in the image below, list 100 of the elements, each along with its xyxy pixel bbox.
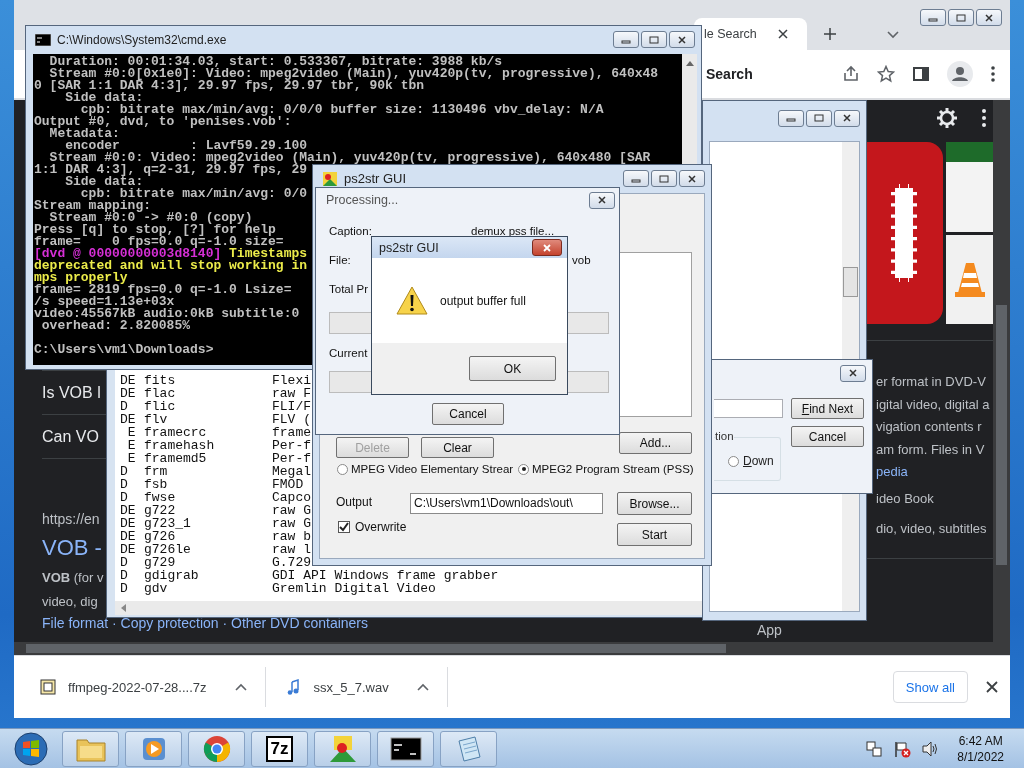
- network-icon[interactable]: [865, 739, 884, 758]
- menu-icon[interactable]: [990, 65, 996, 83]
- start-button[interactable]: [14, 731, 48, 766]
- format-name: g729: [144, 555, 176, 570]
- minimize-button[interactable]: [920, 9, 946, 26]
- radio-button[interactable]: [518, 463, 529, 475]
- new-tab-icon[interactable]: [823, 27, 837, 41]
- group-label: tion: [715, 430, 734, 442]
- cancel-button[interactable]: Cancel: [791, 426, 864, 447]
- checkbox[interactable]: [338, 521, 350, 533]
- minimize-button[interactable]: [613, 31, 639, 48]
- show-all-button[interactable]: Show all: [892, 671, 968, 703]
- settings-icon[interactable]: [935, 106, 959, 130]
- source-link[interactable]: pedia: [876, 464, 908, 479]
- console-line: C:\Users\vm1\Downloads>: [34, 344, 214, 356]
- overwrite-option[interactable]: Overwrite: [338, 520, 407, 534]
- mode-option[interactable]: MPEG2 Program Stream (PSS): [518, 463, 694, 475]
- format-flags: DE: [120, 529, 136, 544]
- browse-button[interactable]: Browse...: [617, 492, 692, 515]
- console-line: [dvd @ 00000000003d8140] Timestamps: [34, 248, 308, 260]
- clear-button[interactable]: Clear: [421, 437, 494, 458]
- clock-date[interactable]: 8/1/2022: [957, 748, 1004, 765]
- chevron-down-icon[interactable]: [886, 30, 900, 40]
- cone-thumbnail[interactable]: [946, 234, 993, 324]
- format-description: raw G: [272, 517, 311, 530]
- format-flags: D: [120, 581, 128, 596]
- download-item[interactable]: ffmpeg-2022-07-28....7z: [34, 679, 265, 695]
- related-question[interactable]: Is VOB l: [42, 383, 101, 402]
- mode-option[interactable]: MPEG Video Elementary Strear: [337, 463, 514, 475]
- result-title-link[interactable]: VOB -: [42, 535, 102, 565]
- direction-radio[interactable]: Down: [728, 454, 774, 468]
- find-next-button[interactable]: Find Next: [791, 398, 864, 419]
- close-icon: [597, 196, 607, 204]
- side-panel-icon[interactable]: [912, 65, 930, 83]
- start-button[interactable]: Start: [617, 523, 692, 546]
- minimize-button[interactable]: [778, 109, 804, 127]
- star-icon[interactable]: [877, 65, 895, 83]
- maximize-button[interactable]: [806, 109, 832, 127]
- speaker-icon[interactable]: [921, 739, 940, 758]
- flag-icon[interactable]: [893, 739, 912, 758]
- share-icon[interactable]: [842, 65, 860, 83]
- close-button[interactable]: [840, 364, 866, 382]
- ok-button[interactable]: OK: [469, 356, 556, 381]
- search-suggestion[interactable]: Search: [706, 66, 753, 82]
- cancel-button[interactable]: Cancel: [432, 403, 504, 425]
- format-description: FMOD: [272, 478, 304, 491]
- format-name: framehash: [144, 438, 215, 453]
- caret-up-icon[interactable]: [234, 683, 247, 691]
- download-item[interactable]: ssx_5_7.wav: [279, 679, 447, 695]
- radio-button[interactable]: [337, 463, 348, 475]
- scrollbar[interactable]: [115, 601, 705, 615]
- fact-text: ideo Book: [876, 489, 934, 508]
- caret-up-icon[interactable]: [416, 683, 429, 691]
- field-label: Caption:: [329, 225, 372, 237]
- scrollbar[interactable]: [993, 100, 1010, 642]
- field-value: vob: [572, 254, 591, 266]
- minimize-button[interactable]: [623, 170, 649, 187]
- sitelinks[interactable]: File format · Copy protection · Other DVD containers: [42, 615, 368, 635]
- close-button[interactable]: [669, 31, 695, 48]
- format-name: framecrc: [144, 425, 207, 440]
- maximize-button[interactable]: [651, 170, 677, 187]
- close-icon[interactable]: [986, 681, 998, 693]
- taskbar-button[interactable]: [377, 730, 434, 767]
- close-button[interactable]: [589, 191, 615, 209]
- field-label: File:: [329, 254, 351, 266]
- format-description: Flexi: [272, 374, 311, 387]
- format-flags: D: [120, 490, 128, 505]
- output-field[interactable]: C:\Users\vm1\Downloads\out\: [410, 493, 603, 514]
- taskbar-button[interactable]: 7z: [251, 730, 308, 767]
- close-icon: [687, 174, 697, 183]
- close-button[interactable]: [976, 9, 1002, 26]
- related-question[interactable]: Can VO: [42, 427, 99, 446]
- find-input-field[interactable]: [714, 399, 783, 418]
- close-icon[interactable]: [776, 28, 789, 40]
- more-icon[interactable]: [981, 108, 987, 128]
- logo-thumbnail[interactable]: [865, 142, 943, 324]
- thumbnail-image[interactable]: [946, 142, 993, 232]
- radio-button[interactable]: [728, 455, 739, 467]
- console-line: Side data:: [65, 92, 144, 104]
- console-line: Side data:: [64, 176, 144, 188]
- scrollbar[interactable]: [14, 642, 1010, 655]
- format-flags: D: [120, 477, 128, 492]
- console-line: Metadata:: [49, 128, 120, 140]
- close-button[interactable]: [834, 109, 860, 127]
- close-button[interactable]: [679, 170, 705, 187]
- profile-icon[interactable]: [947, 61, 973, 87]
- add-button[interactable]: Add...: [619, 432, 692, 454]
- scroll-up-icon[interactable]: [685, 60, 694, 66]
- close-button[interactable]: [532, 239, 562, 256]
- clock-time[interactable]: 6:42 AM: [958, 732, 1003, 749]
- maximize-icon: [814, 114, 824, 122]
- maximize-button[interactable]: [948, 9, 974, 26]
- browser-tab[interactable]: le Search: [694, 18, 807, 50]
- format-name: g722: [144, 503, 176, 518]
- format-flags: DE: [120, 503, 136, 518]
- result-url: https://en: [42, 511, 100, 529]
- format-name: framemd5: [144, 451, 207, 466]
- scroll-left-icon[interactable]: [121, 604, 127, 612]
- format-name: g726: [144, 529, 176, 544]
- maximize-button[interactable]: [641, 31, 667, 48]
